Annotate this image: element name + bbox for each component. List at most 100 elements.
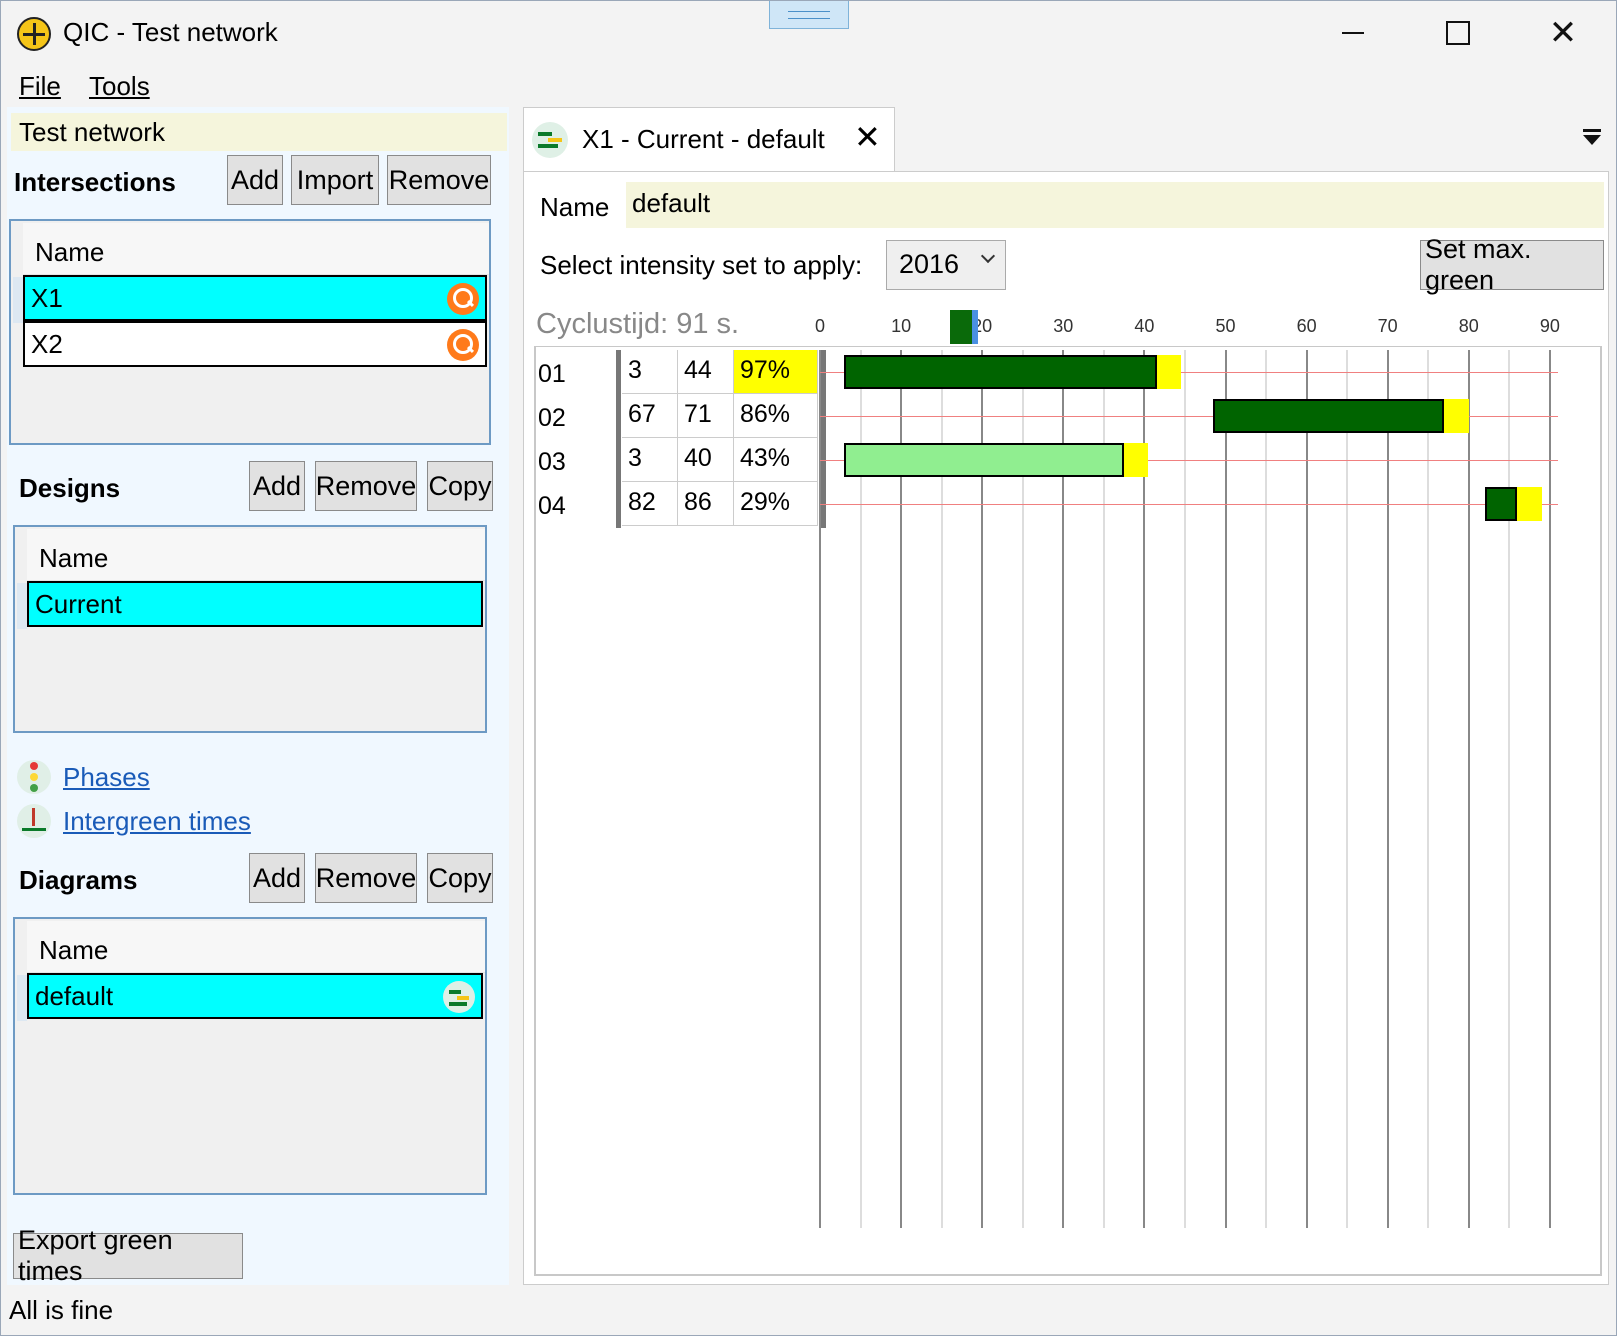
x-tick-label: 30 (1053, 316, 1074, 336)
zoom-search-icon[interactable] (447, 283, 479, 315)
x-tick-label: 80 (1458, 316, 1479, 336)
chevron-down-icon (980, 248, 996, 264)
intersection-row-x2[interactable]: X2 (23, 321, 487, 367)
yellow-bar (1517, 487, 1542, 521)
add-intersection-button[interactable]: Add (227, 155, 283, 205)
x-tick-label: 50 (1215, 316, 1236, 336)
intensity-set-select[interactable]: 2016 (886, 240, 1006, 290)
remove-intersection-button[interactable]: Remove (387, 155, 491, 205)
diagram-row-default[interactable]: default (27, 973, 483, 1019)
close-tab-icon[interactable]: ✕ (854, 118, 881, 156)
diagram-chart-icon (532, 122, 568, 158)
phase-saturation-cell: 97% (734, 350, 818, 394)
intergreen-icon (17, 804, 51, 838)
tab-label: X1 - Current - default (582, 124, 825, 154)
grid-line (1346, 350, 1349, 1228)
grid-line (1427, 350, 1430, 1228)
copy-diagram-button[interactable]: Copy (427, 853, 493, 903)
yellow-bar (1124, 443, 1149, 477)
phase-label: 01 (538, 360, 566, 388)
set-max-green-button[interactable]: Set max. green (1420, 234, 1604, 295)
title-bar: QIC - Test network ✕ (1, 1, 1616, 65)
tab-overflow-menu-icon[interactable] (1581, 127, 1603, 149)
x-tick-label: 60 (1296, 316, 1317, 336)
diagrams-list[interactable]: Name default (13, 917, 487, 1195)
row-indicator (17, 975, 27, 1021)
export-green-times-button[interactable]: Export green times (13, 1225, 243, 1286)
intersection-name: X2 (31, 329, 63, 359)
designs-name-header[interactable]: Name (27, 529, 485, 581)
menu-file[interactable]: File (19, 71, 61, 102)
tab-diagram[interactable]: X1 - Current - default ✕ (523, 107, 895, 173)
intersection-name: X1 (31, 283, 63, 313)
network-name-field[interactable]: Test network (11, 113, 507, 151)
grid-line (859, 350, 862, 1228)
close-window-button[interactable]: ✕ (1533, 11, 1593, 55)
traffic-light-icon (17, 760, 51, 794)
design-name: Current (35, 589, 122, 619)
intersection-row-x1[interactable]: X1 (23, 275, 487, 321)
grid-line (1021, 350, 1024, 1228)
app-window: QIC - Test network ✕ File Tools Test net… (0, 0, 1617, 1336)
grid-line (981, 350, 984, 1228)
phase-start-cell: 3 (622, 438, 678, 482)
import-intersection-button[interactable]: Import (291, 155, 379, 205)
minimize-button[interactable] (1323, 11, 1383, 55)
diagrams-name-header[interactable]: Name (27, 921, 485, 973)
grid-line (1143, 350, 1146, 1228)
intensity-set-value: 2016 (899, 249, 960, 279)
intersections-list[interactable]: Name X1 X2 (9, 219, 491, 445)
yellow-bar (1444, 399, 1469, 433)
intersections-title: Intersections (14, 167, 176, 197)
diagram-chart-icon (443, 981, 475, 1013)
phases-link[interactable]: Phases (63, 762, 150, 793)
maximize-button[interactable] (1428, 11, 1488, 55)
add-diagram-button[interactable]: Add (249, 853, 305, 903)
diagram-editor: Name default Select intensity set to app… (523, 171, 1609, 1285)
grid-line (1102, 350, 1105, 1228)
menu-bar: File Tools (1, 67, 1616, 107)
green-bar (844, 443, 1125, 477)
grid-line (1386, 350, 1389, 1228)
menu-tools[interactable]: Tools (89, 71, 150, 102)
intergreen-times-link[interactable]: Intergreen times (63, 806, 251, 837)
intersections-name-header[interactable]: Name (23, 223, 489, 275)
x-tick-label: 90 (1539, 316, 1560, 336)
copy-design-button[interactable]: Copy (427, 461, 493, 511)
panel-splitter[interactable] (509, 107, 523, 1285)
cycle-time-label: Cyclustijd: 91 s. (536, 308, 740, 340)
phase-label: 04 (538, 492, 566, 520)
remove-diagram-button[interactable]: Remove (315, 853, 417, 903)
phase-start-cell: 82 (622, 482, 678, 526)
grid-line (900, 350, 903, 1228)
green-bar (1485, 487, 1518, 521)
phase-saturation-cell: 43% (734, 438, 818, 482)
remove-design-button[interactable]: Remove (315, 461, 417, 511)
x-tick-label: 10 (891, 316, 912, 336)
intergreen-link-row[interactable]: Intergreen times (17, 801, 251, 841)
phase-end-cell: 40 (678, 438, 734, 482)
snap-layout-handle[interactable] (769, 1, 849, 29)
phases-link-row[interactable]: Phases (17, 757, 150, 797)
designs-title: Designs (19, 473, 121, 503)
phase-end-cell: 44 (678, 350, 734, 394)
cycle-slider-thumb[interactable] (949, 310, 978, 344)
diagram-name-field[interactable]: default (626, 182, 1604, 228)
grid-line (1548, 350, 1551, 1228)
diagrams-title: Diagrams (19, 865, 138, 895)
design-row-current[interactable]: Current (27, 581, 483, 627)
phase-saturation-cell: 86% (734, 394, 818, 438)
phase-end-cell: 86 (678, 482, 734, 526)
designs-list[interactable]: Name Current (13, 525, 487, 733)
phase-start-cell: 67 (622, 394, 678, 438)
phase-ref-line (820, 504, 1558, 505)
zoom-search-icon[interactable] (447, 329, 479, 361)
row-indicator (17, 583, 27, 629)
grid-line (940, 350, 943, 1228)
grid-line (1265, 350, 1268, 1228)
row-indicator (13, 277, 23, 323)
add-design-button[interactable]: Add (249, 461, 305, 511)
grid-line (1224, 350, 1227, 1228)
x-tick-label: 0 (814, 316, 826, 336)
name-label: Name (540, 192, 610, 222)
